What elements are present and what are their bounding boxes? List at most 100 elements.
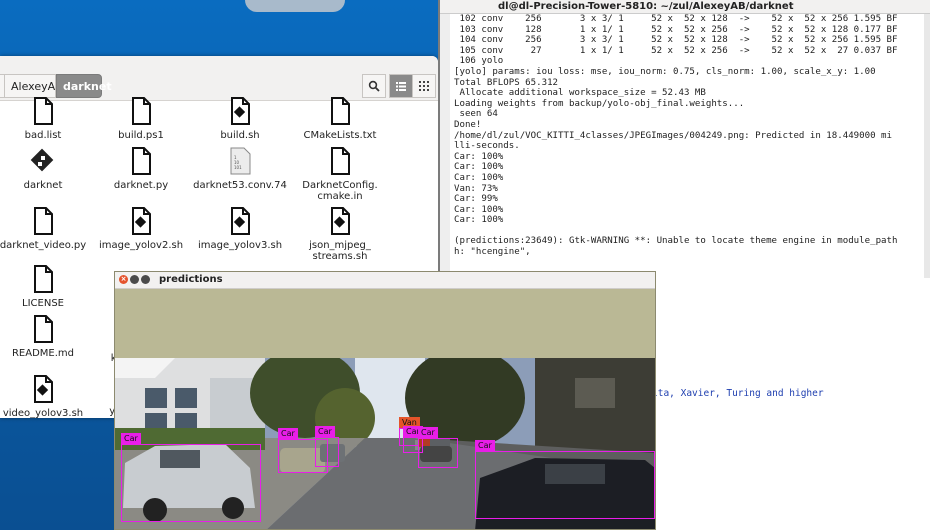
terminal-line: (predictions:23649): Gtk-WARNING **: Una… — [454, 236, 898, 247]
terminal-line: 106 yolo — [454, 56, 504, 67]
detection-box: Car — [475, 440, 655, 519]
text-file-icon — [28, 206, 58, 236]
detection-box: Car — [121, 433, 261, 522]
file-item[interactable]: 1 10 101 darknet53.conv.74 — [185, 146, 295, 191]
terminal-line: /home/dl/zul/VOC_KITTI_4classes/JPEGImag… — [454, 130, 892, 141]
terminal-line: Loading weights from backup/yolo-obj_fin… — [454, 98, 745, 109]
file-item-label: darknet53.conv.74 — [193, 180, 287, 191]
file-item-label: LICENSE — [22, 298, 64, 309]
text-file-icon — [126, 96, 156, 126]
grid-view-button[interactable] — [412, 74, 436, 98]
script-icon — [126, 206, 156, 236]
file-item[interactable]: README.md — [0, 314, 98, 359]
text-file-icon — [28, 314, 58, 344]
detection-image: Car Car Car Van Car Car Car — [115, 358, 655, 529]
file-item[interactable]: build.ps1 — [86, 96, 196, 141]
predictions-title-bar[interactable]: × predictions — [115, 272, 655, 289]
binary-file-icon: 1 10 101 — [225, 146, 255, 176]
terminal-line: [yolo] params: iou loss: mse, iou_norm: … — [454, 66, 876, 77]
terminal-line: Car: 100% — [454, 151, 504, 162]
file-item-label: build.sh — [220, 130, 260, 141]
grid-icon — [419, 81, 429, 91]
text-file-icon — [325, 96, 355, 126]
file-item-label: video_yolov3.sh — [2, 408, 84, 418]
file-item[interactable]: build.sh — [185, 96, 295, 141]
detection-label: Car — [278, 428, 298, 439]
close-icon[interactable]: × — [119, 275, 128, 284]
detection-label: Car — [315, 426, 335, 437]
text-file-icon — [325, 146, 355, 176]
file-item-label: bad.list — [24, 130, 62, 141]
terminal-line: Car: 99% — [454, 194, 498, 205]
terminal-line: Van: 73% — [454, 183, 498, 194]
file-item[interactable]: json_mjpeg_ streams.sh — [285, 206, 395, 262]
file-item-label: darknet.py — [113, 180, 169, 191]
file-item[interactable]: darknet.py — [86, 146, 196, 191]
terminal-line: Done! — [454, 119, 482, 130]
terminal-line: h: "hcengine", — [454, 247, 531, 258]
file-item-label: build.ps1 — [118, 130, 164, 141]
terminal-line: Total BFLOPS 65.312 — [454, 77, 559, 88]
terminal-gutter — [440, 14, 450, 278]
terminal-window: dl@dl-Precision-Tower-5810: ~/zul/Alexey… — [438, 0, 930, 278]
detection-label: Car — [418, 427, 438, 438]
script-icon — [225, 96, 255, 126]
breadcrumb-alexeyab[interactable]: AlexeyAB — [4, 74, 63, 98]
text-file-icon — [28, 96, 58, 126]
search-button[interactable] — [362, 74, 386, 98]
file-manager-toolbar: AlexeyAB darknet — [0, 56, 438, 101]
terminal-line: 102 conv 256 3 x 3/ 1 52 x 52 x 128 -> 5… — [454, 14, 898, 24]
file-item[interactable]: darknet_video.py — [0, 206, 98, 251]
file-item-label: README.md — [11, 348, 75, 359]
list-icon — [396, 81, 406, 91]
terminal-line: Allocate additional workspace_size = 52.… — [454, 88, 706, 99]
script-icon — [325, 206, 355, 236]
terminal-line: 103 conv 128 1 x 1/ 1 52 x 52 x 256 -> 5… — [454, 24, 898, 35]
executable-icon — [28, 146, 58, 176]
minimize-icon[interactable] — [130, 275, 139, 284]
terminal-background-text: lta, Xavier, Turing and higher — [652, 388, 824, 399]
file-item-label: darknet — [23, 180, 63, 191]
file-item[interactable]: image_yolov2.sh — [86, 206, 196, 251]
file-item-label: image_yolov3.sh — [197, 240, 283, 251]
file-item[interactable]: LICENSE — [0, 264, 98, 309]
script-icon — [225, 206, 255, 236]
terminal-scrollbar[interactable] — [924, 14, 930, 278]
predictions-window: × predictions Car Car Car Van Car Car Ca… — [114, 271, 656, 530]
predictions-title: predictions — [159, 274, 223, 285]
terminal-line: seen 64 — [454, 109, 498, 120]
terminal-line: 105 conv 27 1 x 1/ 1 52 x 52 x 256 -> 52… — [454, 45, 898, 56]
text-file-icon — [126, 146, 156, 176]
file-item-label: json_mjpeg_ streams.sh — [309, 240, 371, 262]
terminal-line: Car: 100% — [454, 215, 504, 226]
terminal-line: 104 conv 256 3 x 3/ 1 52 x 52 x 128 -> 5… — [454, 35, 898, 46]
file-item-label: darknet_video.py — [0, 240, 87, 251]
maximize-icon[interactable] — [141, 275, 150, 284]
text-file-icon — [28, 264, 58, 294]
file-item[interactable]: CMakeLists.txt — [285, 96, 395, 141]
terminal-line: Car: 100% — [454, 204, 504, 215]
file-item[interactable]: video_yolov3.sh — [0, 374, 98, 418]
detection-label: Car — [121, 433, 141, 444]
file-item[interactable]: DarknetConfig. cmake.in — [285, 146, 395, 202]
terminal-line: Car: 100% — [454, 162, 504, 173]
breadcrumb-darknet[interactable]: darknet — [56, 74, 112, 98]
file-item[interactable]: image_yolov3.sh — [185, 206, 295, 251]
terminal-title-bar: dl@dl-Precision-Tower-5810: ~/zul/Alexey… — [440, 0, 930, 14]
detection-label: Car — [475, 440, 495, 451]
terminal-line: lli-seconds. — [454, 141, 520, 152]
terminal-output[interactable]: 102 conv 256 3 x 3/ 1 52 x 52 x 128 -> 5… — [454, 14, 930, 258]
file-item[interactable]: bad.list — [0, 96, 98, 141]
script-icon — [28, 374, 58, 404]
file-item-label: CMakeLists.txt — [303, 130, 377, 141]
terminal-line: Car: 100% — [454, 172, 504, 183]
file-item[interactable]: darknet — [0, 146, 98, 191]
file-item-label: image_yolov2.sh — [98, 240, 184, 251]
search-icon — [368, 80, 380, 92]
svg-text:101: 101 — [234, 165, 242, 170]
detection-box: Car — [418, 427, 458, 468]
file-item-label: DarknetConfig. cmake.in — [302, 180, 378, 202]
list-view-button[interactable] — [389, 74, 413, 98]
top-dock[interactable] — [245, 0, 345, 12]
